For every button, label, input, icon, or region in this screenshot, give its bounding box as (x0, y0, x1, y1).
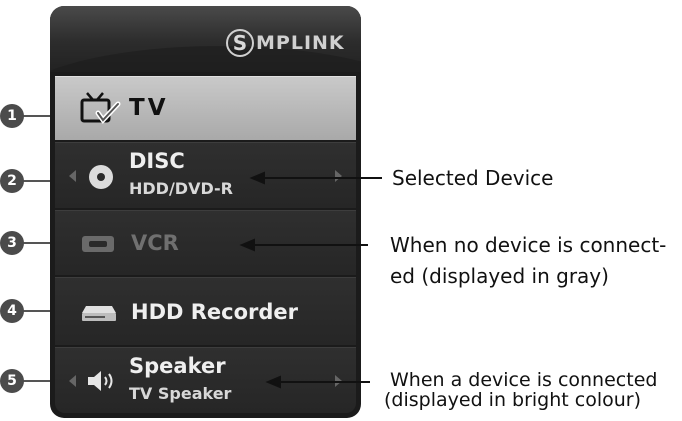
callout-selected-device: Selected Device (392, 166, 554, 190)
pointer-arrowhead (249, 171, 265, 185)
callout-connected-line1: When a device is connected (390, 369, 658, 391)
callout-no-device-line2: ed (displayed in gray) (390, 264, 609, 288)
callout-pointers (239, 171, 382, 389)
callout-no-device-line1: When no device is connect- (390, 233, 667, 257)
pointer-arrowhead (239, 238, 255, 252)
pointer-arrowhead (265, 375, 281, 389)
callout-connected-line2: (displayed in bright colour) (384, 389, 642, 411)
